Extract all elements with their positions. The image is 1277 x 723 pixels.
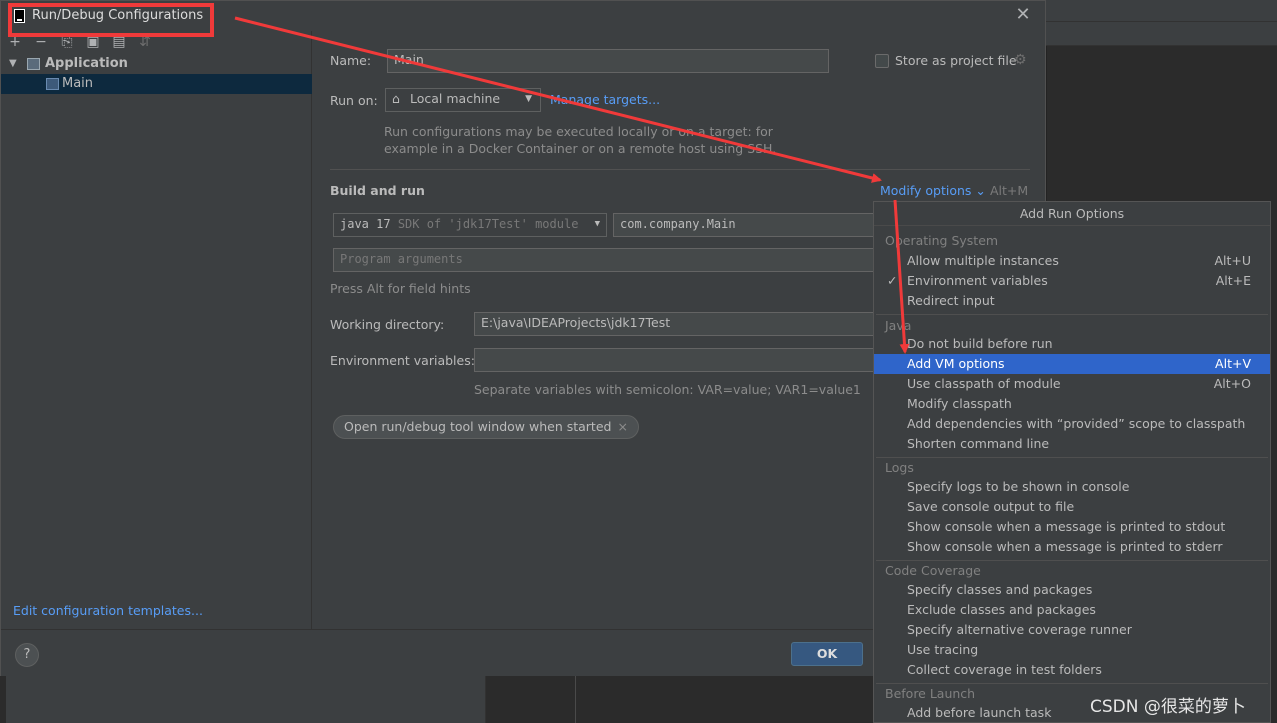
option-add-dependencies[interactable]: Add dependencies with “provided” scope t… [874,414,1270,434]
alt-hint: Press Alt for field hints [330,281,471,296]
group-logs: Logs [885,460,914,475]
group-before-launch: Before Launch [885,686,976,701]
application-icon [27,58,40,70]
option-modify-classpath[interactable]: Modify classpath [874,394,1270,414]
run-on-hint-line1: Run configurations may be executed local… [384,124,773,139]
group-os: Operating System [885,233,999,248]
remove-icon[interactable]: − [33,34,49,50]
option-specify-classes[interactable]: Specify classes and packages [874,580,1270,600]
tree-item-main[interactable]: Main [1,74,312,94]
option-save-console[interactable]: Save console output to file [874,497,1270,517]
save-icon[interactable]: ▣ [85,34,101,50]
sort-icon[interactable]: ⇵ [137,34,153,50]
env-hint: Separate variables with semicolon: VAR=v… [474,382,861,397]
option-coverage-runner[interactable]: Specify alternative coverage runner [874,620,1270,640]
chevron-down-icon: ▼ [525,94,532,104]
group-divider [876,683,1268,684]
ide-bottom-panel [6,676,486,723]
workdir-label: Working directory: [330,317,445,332]
manage-targets-link[interactable]: Manage targets... [550,92,660,107]
ide-tab-strip [1046,22,1277,46]
check-icon: ✓ [887,273,898,288]
store-project-label: Store as project file [895,53,1017,68]
group-java: Java [885,318,912,333]
option-add-vm-options[interactable]: Add VM options Alt+V [874,354,1270,374]
jdk-select[interactable]: java 17 SDK of 'jdk17Test' module ▼ [333,213,607,237]
edit-templates-link[interactable]: Edit configuration templates... [13,603,203,618]
run-on-label: Run on: [330,93,378,108]
home-icon: ⌂ [392,91,400,106]
run-on-value: Local machine [410,91,501,106]
dialog-titlebar: Run/Debug Configurations ✕ [1,1,1045,31]
option-allow-multiple[interactable]: Allow multiple instances Alt+U [874,251,1270,271]
chevron-down-icon: ▼ [594,219,600,229]
copy-icon[interactable]: ⎘ [59,34,75,50]
option-no-build[interactable]: Do not build before run [874,334,1270,354]
build-run-title: Build and run [330,183,425,198]
ok-button[interactable]: OK [791,642,863,666]
name-field[interactable]: Main [387,49,829,73]
group-divider [876,560,1268,561]
folder-icon[interactable]: ▤ [111,34,127,50]
configurations-tree-pane: + − ⎘ ▣ ▤ ⇵ ▼ Application Main Edit conf… [1,31,312,629]
option-collect-coverage[interactable]: Collect coverage in test folders [874,660,1270,680]
option-console-stdout[interactable]: Show console when a message is printed t… [874,517,1270,537]
option-specify-logs[interactable]: Specify logs to be shown in console [874,477,1270,497]
gear-icon[interactable]: ⚙ [1014,52,1027,68]
option-env-vars[interactable]: ✓ Environment variables Alt+E [874,271,1270,291]
dialog-title: Run/Debug Configurations [32,8,204,23]
option-exclude-classes[interactable]: Exclude classes and packages [874,600,1270,620]
help-button[interactable]: ? [15,643,39,667]
ide-bottom-divider [575,676,576,723]
group-divider [876,314,1268,315]
add-icon[interactable]: + [7,34,23,50]
jdk-detail: SDK of 'jdk17Test' module [397,217,579,231]
run-config-icon [46,78,59,90]
tree-item-application[interactable]: ▼ Application [1,54,312,74]
watermark: CSDN @很菜的萝卜 [1090,697,1246,717]
main-class-field[interactable]: com.company.Main [613,213,883,237]
modify-options-shortcut: Alt+M [990,183,1029,198]
env-field[interactable] [474,348,883,372]
option-use-classpath[interactable]: Use classpath of module Alt+O [874,374,1270,394]
option-console-stderr[interactable]: Show console when a message is printed t… [874,537,1270,557]
add-run-options-popup: Add Run Options Operating System Allow m… [873,201,1271,723]
group-coverage: Code Coverage [885,563,981,578]
chevron-down-icon[interactable]: ▼ [9,54,17,74]
workdir-field[interactable]: E:\java\IDEAProjects\jdk17Test [474,312,883,336]
close-icon[interactable]: × [617,419,627,434]
run-on-hint-line2: example in a Docker Container or on a re… [384,141,777,156]
close-icon[interactable]: ✕ [1013,5,1033,25]
tree-item-label: Main [62,76,94,91]
name-label: Name: [330,53,372,68]
popup-header: Add Run Options [874,202,1270,226]
env-label: Environment variables: [330,353,475,368]
jdk-version: java 17 [340,217,391,231]
ide-menu-strip [1046,0,1277,22]
store-project-checkbox[interactable] [875,54,889,68]
modify-options-link[interactable]: Modify options ⌄ [880,183,986,198]
intellij-logo-icon [14,9,25,23]
tree-toolbar: + − ⎘ ▣ ▤ ⇵ [1,31,312,53]
open-tool-window-chip[interactable]: Open run/debug tool window when started × [333,415,639,439]
tree-group-label: Application [45,56,128,71]
program-arguments-field[interactable]: Program arguments [333,248,883,272]
option-use-tracing[interactable]: Use tracing [874,640,1270,660]
run-on-select[interactable]: ⌂ Local machine ▼ [385,88,541,112]
divider [330,169,1030,170]
option-shorten-command[interactable]: Shorten command line [874,434,1270,454]
group-divider [876,457,1268,458]
option-redirect-input[interactable]: Redirect input [874,291,1270,311]
